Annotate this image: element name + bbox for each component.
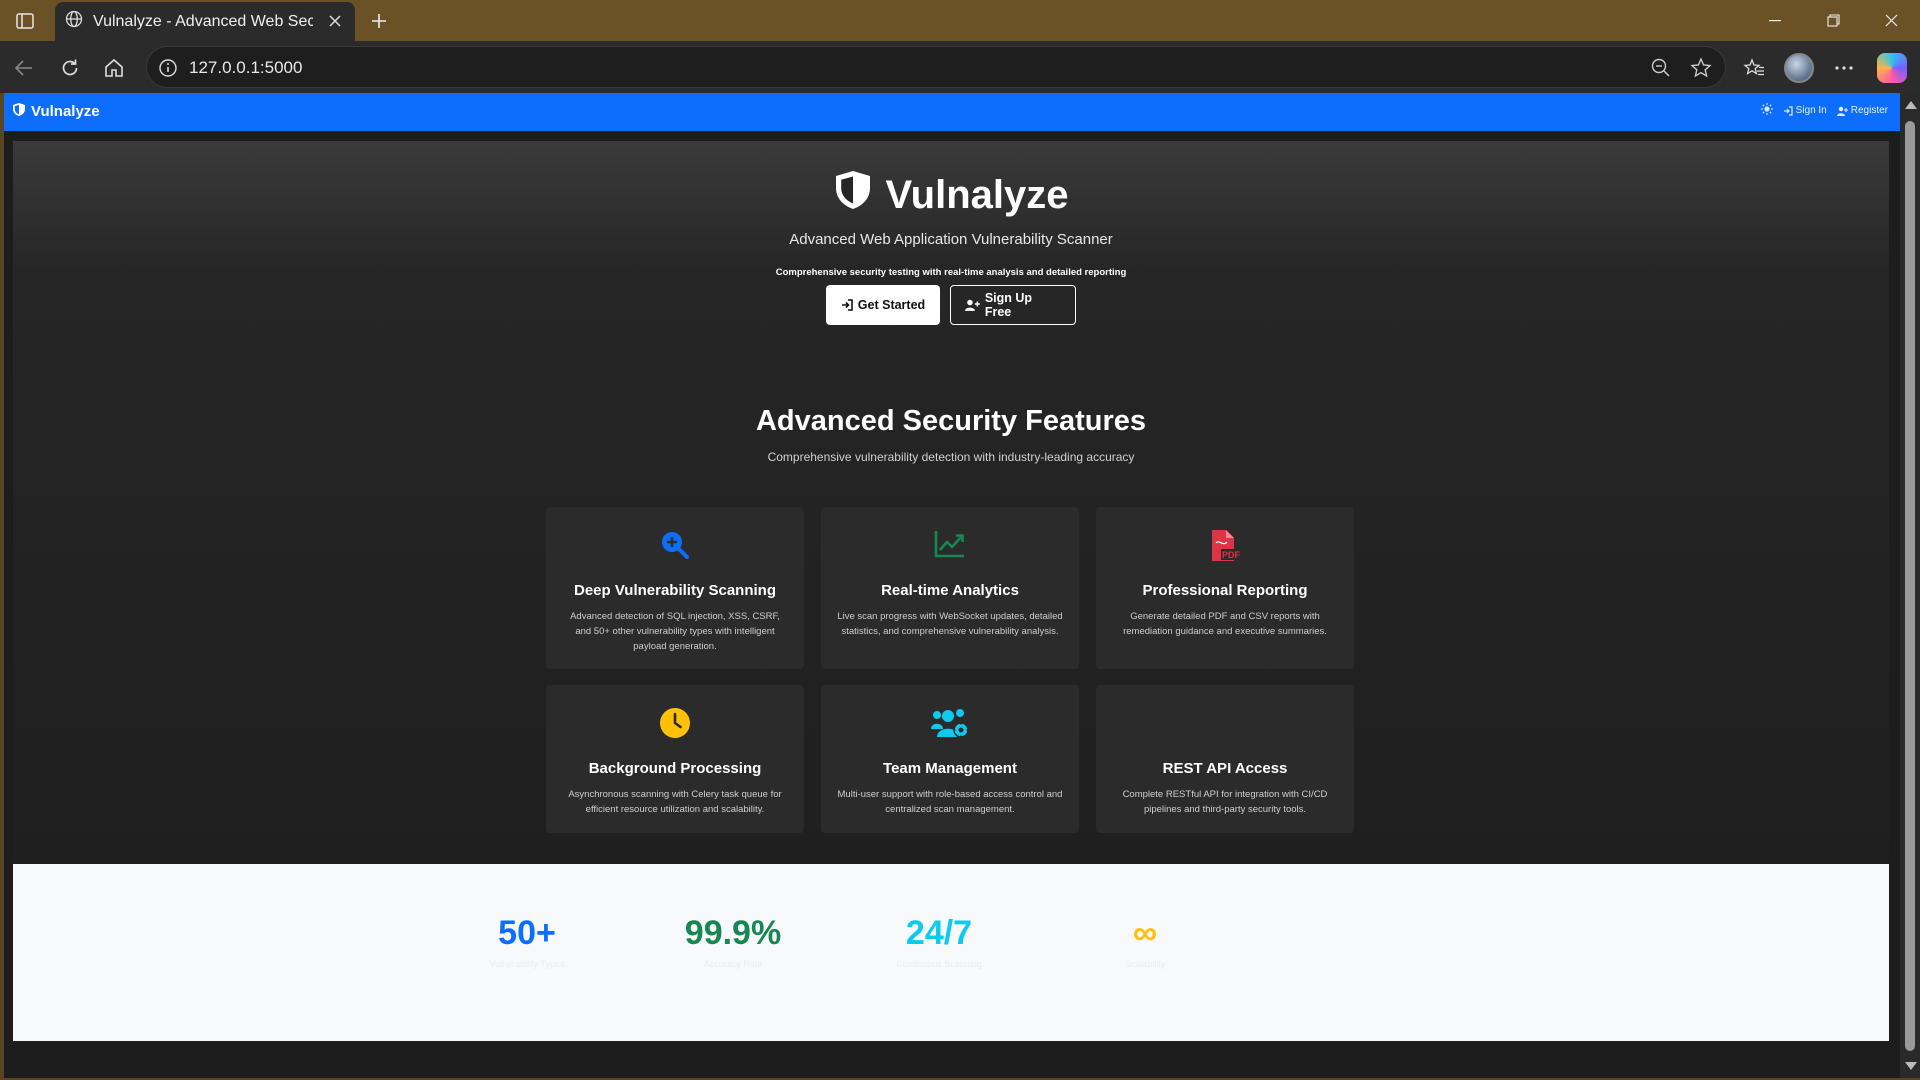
page-viewport: Vulnalyze Sign In Register Vulnalyze Adv… bbox=[4, 93, 1900, 1078]
stat-label: Vulnerability Types bbox=[489, 959, 565, 969]
stat-accuracy-rate: 99.9% Accuracy Rate bbox=[643, 914, 823, 969]
line-chart-icon bbox=[821, 529, 1079, 559]
shield-icon bbox=[12, 102, 31, 121]
user-plus-icon bbox=[1836, 106, 1848, 116]
sign-up-label: Sign Up Free bbox=[984, 291, 1033, 319]
shield-icon bbox=[833, 169, 885, 221]
tab-close-icon[interactable] bbox=[325, 11, 345, 31]
pdf-file-icon: PDF bbox=[1096, 529, 1354, 563]
browser-toolbar: 127.0.0.1:5000 bbox=[0, 41, 1920, 93]
scroll-down-icon[interactable] bbox=[1905, 1062, 1917, 1070]
feature-card-text: Live scan progress with WebSocket update… bbox=[837, 611, 1063, 637]
feature-card-reporting: PDF Professional Reporting Generate deta… bbox=[1096, 507, 1354, 669]
scroll-up-icon[interactable] bbox=[1905, 101, 1917, 109]
users-cog-icon bbox=[821, 707, 1079, 739]
stat-value: 24/7 bbox=[905, 914, 973, 952]
hero-title: Vulnalyze bbox=[13, 169, 1889, 221]
feature-card-api: REST API Access Complete RESTful API for… bbox=[1096, 685, 1354, 833]
feature-card-text: Multi-user support with role-based acces… bbox=[837, 789, 1063, 815]
site-navbar: Vulnalyze Sign In Register bbox=[4, 93, 1900, 131]
clock-icon bbox=[546, 707, 804, 739]
favorite-star-icon[interactable] bbox=[1690, 57, 1712, 79]
svg-text:PDF: PDF bbox=[1222, 550, 1241, 560]
site-info-icon[interactable] bbox=[157, 57, 179, 79]
feature-card-text: Generate detailed PDF and CSV reports wi… bbox=[1123, 611, 1327, 637]
features-subtitle: Comprehensive vulnerability detection wi… bbox=[767, 450, 1135, 464]
favorites-icon[interactable] bbox=[1738, 52, 1770, 84]
stat-label: Accuracy Rate bbox=[703, 959, 763, 969]
feature-card-title: Background Processing bbox=[588, 760, 762, 777]
sign-in-link[interactable]: Sign In bbox=[1783, 105, 1827, 116]
browser-tab-bar: Vulnalyze - Advanced Web Security Scanne… bbox=[0, 0, 1920, 41]
copilot-icon[interactable] bbox=[1877, 53, 1907, 83]
brand-name: Vulnalyze bbox=[31, 103, 100, 120]
stat-continuous-scanning: 24/7 Continuous Scanning bbox=[849, 914, 1029, 969]
browser-tab[interactable]: Vulnalyze - Advanced Web Security Scanne… bbox=[55, 2, 355, 41]
sign-in-icon bbox=[841, 299, 853, 311]
hero-section: Vulnalyze Advanced Web Application Vulne… bbox=[13, 141, 1889, 863]
feature-card-text: Advanced detection of SQL injection, XSS… bbox=[570, 611, 780, 652]
zoom-out-icon[interactable] bbox=[1650, 57, 1672, 79]
hero-title-text: Vulnalyze bbox=[885, 172, 1069, 217]
restore-icon[interactable] bbox=[1810, 0, 1856, 41]
more-options-icon[interactable] bbox=[1828, 52, 1860, 84]
stat-scalability: ∞ Scalability bbox=[1055, 914, 1235, 969]
sign-in-label: Sign In bbox=[1795, 105, 1827, 116]
get-started-label: Get Started bbox=[857, 298, 926, 312]
feature-card-background: Background Processing Asynchronous scann… bbox=[546, 685, 804, 833]
tab-title: Vulnalyze - Advanced Web Security Scanne… bbox=[93, 12, 313, 30]
feature-card-title: Team Management bbox=[883, 760, 1017, 777]
stat-label: Scalability bbox=[1124, 959, 1166, 969]
scroll-thumb[interactable] bbox=[1905, 121, 1915, 1051]
stats-section: 50+ Vulnerability Types 99.9% Accuracy R… bbox=[13, 864, 1889, 1041]
stat-vulnerability-types: 50+ Vulnerability Types bbox=[437, 914, 617, 969]
hero-buttons: Get Started Sign Up Free bbox=[13, 285, 1889, 325]
feature-card-analytics: Real-time Analytics Live scan progress w… bbox=[821, 507, 1079, 669]
user-plus-icon bbox=[965, 299, 980, 311]
hero-description: Comprehensive security testing with real… bbox=[775, 267, 1127, 278]
home-icon[interactable] bbox=[98, 52, 130, 84]
get-started-button[interactable]: Get Started bbox=[826, 285, 940, 325]
theme-toggle-icon[interactable] bbox=[1760, 103, 1773, 118]
sign-up-button[interactable]: Sign Up Free bbox=[950, 285, 1076, 325]
url-text: 127.0.0.1:5000 bbox=[189, 58, 303, 77]
globe-icon bbox=[65, 10, 83, 33]
register-label: Register bbox=[1850, 105, 1888, 116]
stat-value: 50+ bbox=[498, 914, 556, 952]
back-icon[interactable] bbox=[8, 52, 40, 84]
profile-avatar[interactable] bbox=[1784, 53, 1814, 83]
register-link[interactable]: Register bbox=[1836, 105, 1888, 116]
feature-card-text: Complete RESTful API for integration wit… bbox=[1122, 789, 1328, 815]
reload-icon[interactable] bbox=[54, 52, 86, 84]
sign-in-icon bbox=[1783, 105, 1793, 116]
feature-card-title: Professional Reporting bbox=[1142, 582, 1308, 599]
feature-card-deep-scanning: Deep Vulnerability Scanning Advanced det… bbox=[546, 507, 804, 669]
feature-card-team: Team Management Multi-user support with … bbox=[821, 685, 1079, 833]
stat-value: 99.9% bbox=[684, 914, 782, 952]
navbar-brand[interactable]: Vulnalyze bbox=[12, 102, 100, 121]
feature-card-title: Real-time Analytics bbox=[881, 582, 1019, 599]
new-tab-icon[interactable] bbox=[364, 6, 394, 36]
stat-value: ∞ bbox=[1132, 914, 1158, 952]
feature-card-title: REST API Access bbox=[1162, 760, 1288, 777]
features-title: Advanced Security Features bbox=[755, 405, 1147, 437]
page-scrollbar[interactable] bbox=[1900, 93, 1920, 1078]
search-plus-icon bbox=[546, 529, 804, 561]
feature-card-title: Deep Vulnerability Scanning bbox=[574, 582, 776, 599]
feature-card-text: Asynchronous scanning with Celery task q… bbox=[568, 789, 782, 815]
close-window-icon[interactable] bbox=[1868, 0, 1914, 41]
stat-label: Continuous Scanning bbox=[896, 959, 982, 969]
address-bar[interactable]: 127.0.0.1:5000 bbox=[146, 46, 1726, 88]
navbar-right: Sign In Register bbox=[1760, 103, 1888, 118]
minimize-icon[interactable] bbox=[1752, 0, 1798, 41]
sidebar-toggle-icon[interactable] bbox=[10, 8, 40, 34]
code-icon bbox=[1096, 707, 1354, 739]
hero-subtitle: Advanced Web Application Vulnerability S… bbox=[789, 231, 1113, 248]
